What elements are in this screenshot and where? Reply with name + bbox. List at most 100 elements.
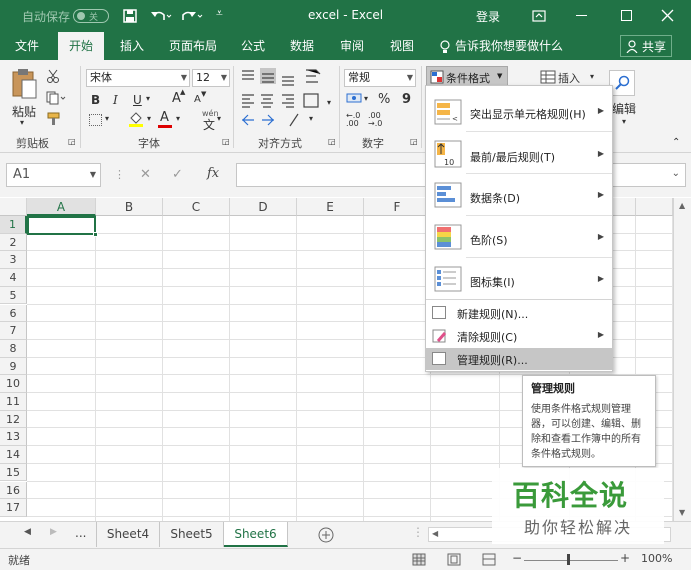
number-format-select[interactable]: 常规 ▼ (344, 69, 416, 87)
prev-sheet-icon[interactable]: ◀ (24, 527, 31, 537)
page-layout-view-icon[interactable] (447, 553, 461, 566)
column-header[interactable]: C (163, 198, 230, 216)
undo-icon[interactable] (150, 8, 172, 24)
fill-color-dropdown-icon[interactable]: ▾ (147, 114, 151, 123)
customize-toolbar-icon[interactable]: ⩡ (216, 6, 223, 21)
menu-item-highlight-rules[interactable]: < 突出显示单元格规则(H) ▶ (426, 95, 612, 129)
borders-dropdown-icon[interactable]: ▾ (105, 114, 109, 123)
minimize-icon[interactable] (576, 15, 587, 16)
expand-formula-icon[interactable]: ⌄ (672, 168, 680, 179)
underline-button[interactable]: U (133, 93, 142, 107)
name-box[interactable]: A1 ▼ (6, 163, 101, 187)
autosave-toggle[interactable]: 关 (73, 9, 109, 23)
column-header[interactable] (636, 198, 673, 216)
share-button[interactable]: 共享 (620, 35, 672, 57)
menu-item-new-rule[interactable]: 新建规则(N)... (426, 302, 612, 324)
tab-page-layout[interactable]: 页面布局 (163, 32, 223, 60)
row-header[interactable]: 6 (0, 304, 27, 323)
collapse-ribbon-icon[interactable]: ⌃ (672, 137, 680, 148)
orientation-dropdown-icon[interactable]: ▾ (309, 114, 313, 123)
percent-button[interactable]: % (378, 92, 390, 107)
tab-file[interactable]: 文件 (6, 32, 48, 60)
font-color-button[interactable]: A (160, 110, 169, 125)
vertical-scrollbar[interactable]: ▲ ▼ (673, 198, 691, 521)
bold-button[interactable]: B (91, 93, 100, 107)
menu-item-top-bottom-rules[interactable]: 10 最前/最后规则(T) ▶ (426, 136, 612, 170)
underline-dropdown-icon[interactable]: ▾ (146, 94, 150, 103)
zoom-level[interactable]: 100% (641, 552, 672, 565)
zoom-slider-thumb[interactable] (567, 554, 570, 565)
column-header[interactable]: A (27, 198, 96, 216)
menu-item-data-bars[interactable]: 数据条(D) ▶ (426, 178, 612, 212)
sheet-tab-sheet4[interactable]: Sheet4 (96, 522, 160, 547)
row-header[interactable]: 15 (0, 463, 27, 482)
currency-dropdown-icon[interactable]: ▾ (364, 94, 368, 103)
phonetic-button[interactable]: 文 (203, 116, 215, 133)
scroll-left-icon[interactable]: ◀ (432, 529, 438, 538)
increase-decimal-button[interactable]: ←.0.00 (346, 112, 360, 128)
shrink-font-button[interactable]: A (194, 94, 201, 105)
redo-icon[interactable] (181, 8, 203, 24)
row-header[interactable]: 1 (0, 216, 27, 234)
sheet-tab-sheet5[interactable]: Sheet5 (160, 522, 224, 547)
menu-item-color-scales[interactable]: 色阶(S) ▶ (426, 220, 612, 254)
normal-view-icon[interactable] (412, 553, 426, 566)
column-header[interactable]: B (96, 198, 163, 216)
cut-icon[interactable] (46, 69, 60, 83)
menu-item-icon-sets[interactable]: 图标集(I) ▶ (426, 262, 612, 296)
cancel-entry-button[interactable]: ✕ (140, 167, 151, 182)
paste-icon[interactable] (10, 68, 38, 100)
maximize-icon[interactable] (621, 10, 632, 21)
column-header[interactable]: F (364, 198, 431, 216)
insert-function-button[interactable]: fx (207, 166, 219, 181)
paste-dropdown-icon[interactable]: ▾ (20, 118, 24, 127)
more-sheets-button[interactable]: ... (75, 526, 86, 540)
tab-review[interactable]: 审阅 (334, 32, 370, 60)
font-launcher-icon[interactable]: ◲ (222, 137, 230, 146)
borders-icon[interactable] (89, 114, 102, 126)
row-header[interactable]: 16 (0, 481, 27, 500)
login-link[interactable]: 登录 (476, 8, 500, 25)
column-header[interactable]: E (297, 198, 364, 216)
row-header[interactable]: 12 (0, 410, 27, 429)
column-header[interactable]: D (230, 198, 297, 216)
next-sheet-icon[interactable]: ▶ (50, 527, 57, 537)
row-header[interactable]: 7 (0, 322, 27, 340)
menu-item-clear-rules[interactable]: 清除规则(C) ▶ (426, 325, 612, 347)
editing-dropdown-icon[interactable]: ▾ (622, 117, 626, 126)
italic-button[interactable]: I (113, 93, 118, 107)
editing-label[interactable]: 编辑 (612, 100, 636, 117)
save-icon[interactable] (123, 9, 137, 23)
ribbon-display-icon[interactable] (532, 10, 546, 22)
row-header[interactable]: 14 (0, 446, 27, 464)
currency-icon[interactable] (346, 91, 364, 107)
page-break-view-icon[interactable] (482, 553, 496, 566)
phonetic-dropdown-icon[interactable]: ▾ (217, 114, 221, 123)
row-header[interactable]: 11 (0, 393, 27, 411)
menu-item-manage-rules[interactable]: 管理规则(R)... (426, 348, 612, 370)
insert-cells-icon[interactable] (540, 70, 556, 84)
fill-color-icon[interactable] (128, 111, 144, 128)
fill-handle[interactable] (93, 232, 98, 237)
tab-home[interactable]: 开始 (58, 32, 104, 60)
selected-cell-a1[interactable] (27, 216, 96, 235)
insert-dropdown-icon[interactable]: ▾ (590, 72, 594, 81)
alignment-buttons[interactable] (240, 68, 340, 128)
tell-me-box[interactable]: 告诉我你想要做什么 (455, 32, 563, 60)
confirm-entry-button[interactable]: ✓ (172, 167, 183, 182)
row-header[interactable]: 17 (0, 499, 27, 517)
alignment-launcher-icon[interactable]: ◲ (328, 137, 336, 146)
insert-cells-label[interactable]: 插入 (558, 70, 580, 86)
zoom-in-button[interactable]: + (620, 551, 630, 565)
tab-data[interactable]: 数据 (284, 32, 320, 60)
tab-formulas[interactable]: 公式 (235, 32, 271, 60)
font-name-select[interactable]: 宋体 ▼ (86, 69, 190, 87)
add-sheet-icon[interactable] (318, 527, 334, 543)
close-icon[interactable] (661, 9, 674, 22)
font-size-select[interactable]: 12 ▼ (192, 69, 230, 87)
tab-view[interactable]: 视图 (384, 32, 420, 60)
row-header[interactable]: 9 (0, 357, 27, 376)
number-launcher-icon[interactable]: ◲ (410, 137, 418, 146)
row-header[interactable]: 13 (0, 428, 27, 447)
row-header[interactable]: 2 (0, 233, 27, 252)
